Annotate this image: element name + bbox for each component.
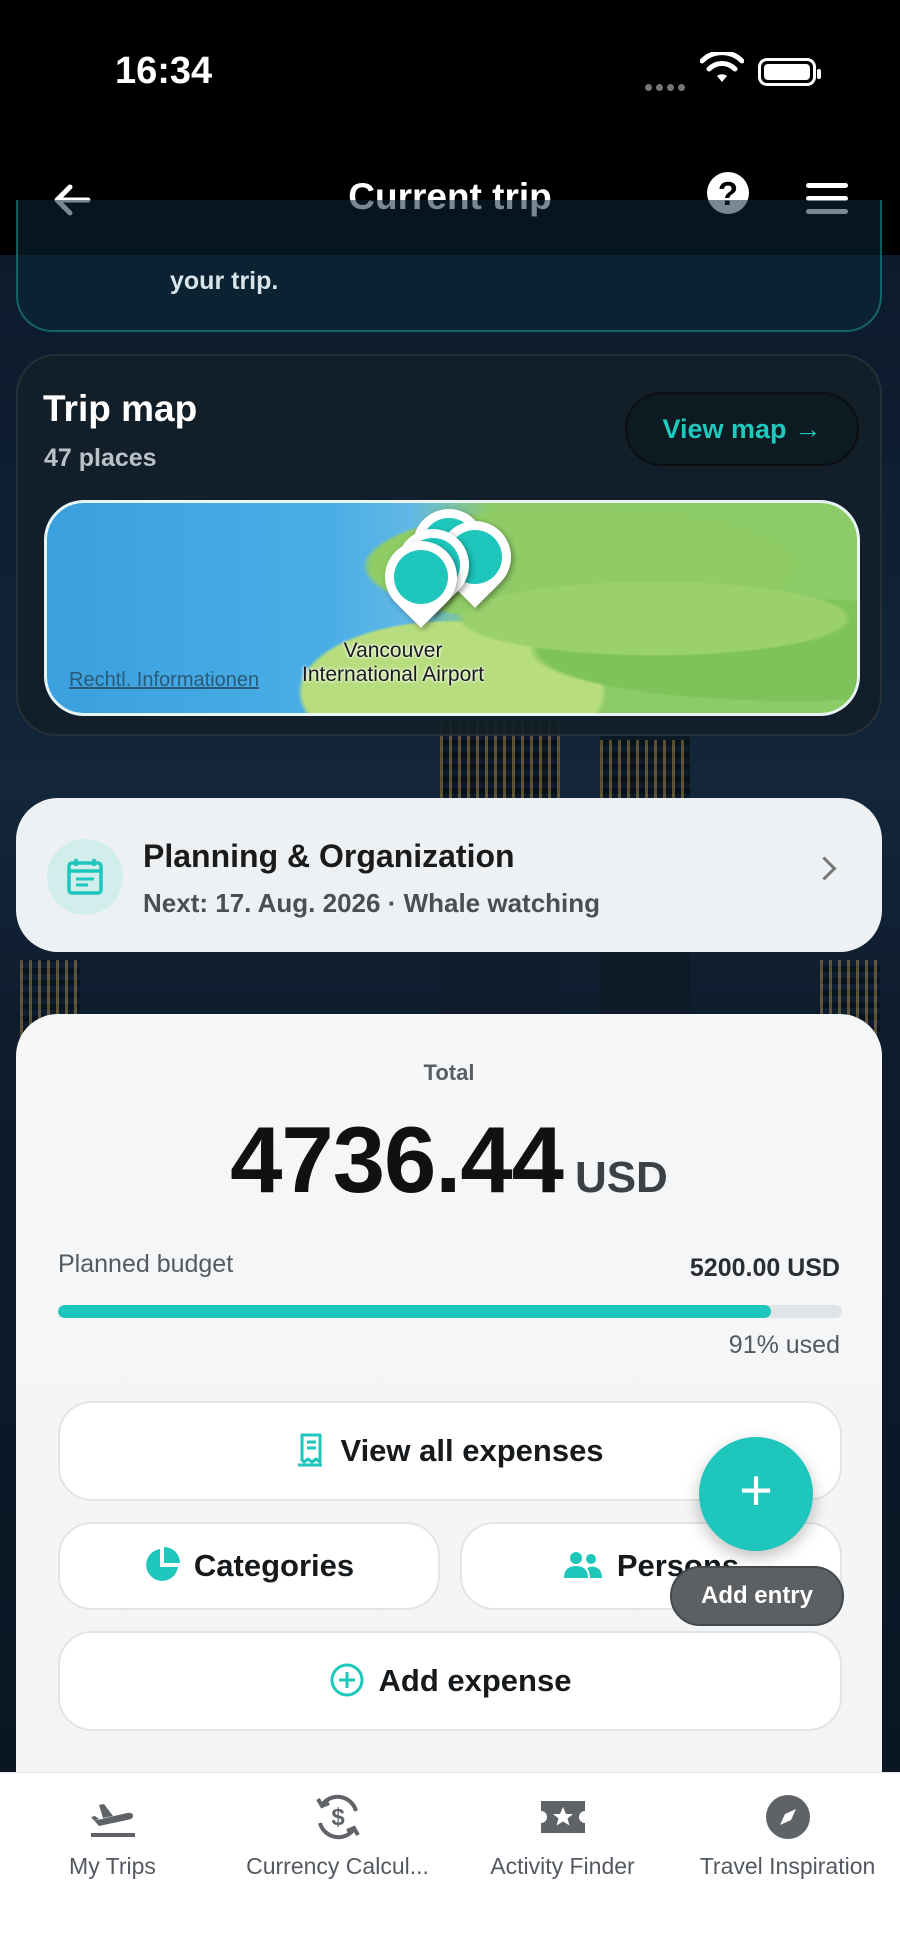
calendar-icon xyxy=(47,839,123,915)
map-place-label: Vancouver International Airport xyxy=(302,639,485,686)
planning-card[interactable]: Planning & Organization Next: 17. Aug. 2… xyxy=(16,798,882,952)
budget-progress-bar xyxy=(58,1305,842,1318)
trip-map-preview[interactable]: Vancouver International Airport Rechtl. … xyxy=(44,500,860,716)
map-legal-link[interactable]: Rechtl. Informationen xyxy=(69,669,259,692)
planned-budget-label: Planned budget xyxy=(58,1250,234,1278)
tab-travel-inspiration[interactable]: Travel Inspiration xyxy=(675,1791,900,1880)
arrow-right-icon: → xyxy=(794,414,822,444)
tab-label: Currency Calcul... xyxy=(246,1853,429,1879)
status-bar: 16:34 xyxy=(0,0,900,150)
trip-map-title: Trip map xyxy=(43,388,198,429)
photobook-card[interactable]: your trip. xyxy=(16,200,882,332)
add-expense-button[interactable]: Add expense xyxy=(58,1631,842,1731)
plus-circle-icon xyxy=(330,1663,364,1697)
photobook-text: your trip. xyxy=(170,267,279,295)
view-map-button[interactable]: View map → xyxy=(625,392,859,466)
total-currency: USD xyxy=(574,1153,668,1202)
categories-label: Categories xyxy=(193,1548,355,1583)
total-label: Total xyxy=(423,1060,475,1085)
compass-icon xyxy=(765,1795,810,1839)
tab-label: Activity Finder xyxy=(490,1853,635,1879)
ticket-star-icon xyxy=(540,1801,585,1833)
total-amount: 4736.44 xyxy=(230,1107,564,1212)
status-time: 16:34 xyxy=(115,50,213,92)
tab-activity-finder[interactable]: Activity Finder xyxy=(450,1791,675,1880)
planning-next-event: Next: 17. Aug. 2026 · Whale watching xyxy=(143,888,601,918)
view-map-label: View map xyxy=(662,414,787,444)
people-icon xyxy=(563,1551,602,1578)
receipt-icon xyxy=(298,1433,323,1467)
tab-my-trips[interactable]: My Trips xyxy=(0,1791,225,1880)
pie-chart-icon xyxy=(146,1546,180,1581)
tab-label: Travel Inspiration xyxy=(699,1853,876,1879)
bottom-tab-bar: My Trips $ Currency Calcul... Activity F… xyxy=(0,1772,900,1958)
budget-used-label: 91% used xyxy=(728,1331,840,1359)
tab-currency-calculator[interactable]: $ Currency Calcul... xyxy=(225,1791,450,1880)
chevron-right-icon xyxy=(812,856,837,881)
battery-icon xyxy=(758,58,821,86)
add-expense-label: Add expense xyxy=(378,1663,572,1698)
svg-text:$: $ xyxy=(331,1804,345,1831)
total-row: 4736.44 USD xyxy=(16,1106,882,1214)
plane-icon xyxy=(90,1804,135,1837)
budget-progress-fill xyxy=(58,1305,772,1318)
trip-map-places-count: 47 places xyxy=(44,444,157,472)
planned-budget-value: 5200.00 USD xyxy=(689,1254,840,1282)
categories-button[interactable]: Categories xyxy=(58,1522,440,1610)
cellular-signal-icon xyxy=(645,78,689,96)
trip-map-card: Trip map 47 places View map → Vancouver I… xyxy=(16,354,882,736)
wifi-icon xyxy=(700,52,744,82)
view-all-expenses-label: View all expenses xyxy=(340,1433,604,1468)
add-entry-fab[interactable]: + xyxy=(699,1437,813,1551)
add-entry-label[interactable]: Add entry xyxy=(670,1566,844,1626)
tab-label: My Trips xyxy=(69,1853,156,1879)
expenses-card: Total 4736.44 USD Planned budget 5200.00 … xyxy=(16,1014,882,1794)
planning-title: Planning & Organization xyxy=(143,838,515,874)
currency-exchange-icon: $ xyxy=(315,1794,360,1840)
